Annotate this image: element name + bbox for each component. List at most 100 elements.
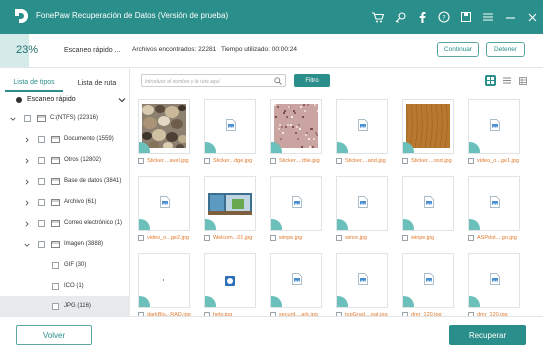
email-icon: [51, 220, 60, 227]
cart-icon[interactable]: [367, 0, 389, 34]
file-name: winre.jpg: [345, 235, 368, 241]
file-checkbox[interactable]: [468, 235, 474, 241]
scan-mode-selector[interactable]: Escaneo rápido: [16, 96, 76, 103]
chevron-right-icon[interactable]: [24, 157, 30, 165]
file-tile[interactable]: [138, 253, 190, 308]
tree-item[interactable]: Base de datos (3841): [0, 171, 130, 192]
tree-item[interactable]: Archivo (61): [0, 192, 130, 213]
grid-view-icon[interactable]: [485, 75, 496, 86]
file-checkbox[interactable]: [270, 158, 276, 164]
file-checkbox[interactable]: [336, 235, 342, 241]
image-file-icon: [358, 196, 368, 208]
file-checkbox[interactable]: [402, 235, 408, 241]
recover-button[interactable]: Recuperar: [449, 325, 526, 345]
file-name: winpe.jpg: [411, 235, 435, 241]
file-tile[interactable]: [138, 99, 190, 154]
tree-item[interactable]: JPG (116): [0, 296, 130, 317]
tree-item[interactable]: Otros (12802): [0, 150, 130, 171]
file-name: winpe.jpg: [279, 235, 303, 241]
tree-item[interactable]: GIF (30): [0, 255, 130, 276]
menu-icon[interactable]: [477, 0, 499, 34]
back-button[interactable]: Volver: [16, 325, 92, 345]
file-checkbox[interactable]: [138, 235, 144, 241]
chevron-right-icon[interactable]: [24, 199, 30, 207]
file-tile[interactable]: [270, 253, 322, 308]
chevron-right-icon[interactable]: [24, 178, 30, 186]
tree-item-label: Imagen (3888): [64, 241, 104, 247]
chevron-down-icon[interactable]: [24, 241, 30, 249]
file-tile[interactable]: [270, 176, 322, 231]
scan-mode-label: Escaneo rápido: [27, 96, 76, 103]
titlebar-actions: ?: [367, 0, 543, 34]
file-tile[interactable]: [402, 176, 454, 231]
chat-icon[interactable]: ?: [433, 0, 455, 34]
file-tile[interactable]: [468, 176, 520, 231]
save-icon[interactable]: [455, 0, 477, 34]
chevron-down-icon[interactable]: [118, 96, 126, 104]
file-tile[interactable]: [336, 176, 388, 231]
file-checkbox[interactable]: [204, 158, 210, 164]
progress-percent: 23%: [16, 44, 39, 56]
tree-item[interactable]: ICO (1): [0, 276, 130, 297]
file-tile[interactable]: [138, 176, 190, 231]
file-checkbox[interactable]: [402, 158, 408, 164]
stop-button[interactable]: Detener: [486, 42, 525, 57]
search-icon[interactable]: [274, 77, 282, 85]
tree-checkbox[interactable]: [38, 136, 45, 143]
key-icon[interactable]: [389, 0, 411, 34]
chevron-right-icon[interactable]: [24, 136, 30, 144]
file-tile[interactable]: [336, 99, 388, 154]
tree-checkbox[interactable]: [52, 283, 59, 290]
file-tile[interactable]: [204, 176, 256, 231]
file-type-badge-icon: [139, 219, 150, 230]
chevron-right-icon[interactable]: [24, 220, 30, 228]
tab-type-list[interactable]: Lista de tipos: [5, 74, 63, 92]
tab-path-list[interactable]: Lista de ruta: [68, 74, 126, 92]
file-name: Sticker...dge.jpg: [213, 158, 253, 164]
minimize-icon[interactable]: [499, 0, 521, 34]
file-tile[interactable]: [402, 99, 454, 154]
list-view-icon[interactable]: [501, 75, 512, 86]
file-checkbox[interactable]: [138, 158, 144, 164]
tree-checkbox[interactable]: [38, 241, 45, 248]
tree-checkbox[interactable]: [52, 262, 59, 269]
file-name: Sticker....rble.jpg: [279, 158, 320, 164]
facebook-icon[interactable]: [411, 0, 433, 34]
image-thumbnail: [406, 104, 450, 148]
file-type-badge-icon: [337, 142, 348, 153]
file-tile[interactable]: [468, 253, 520, 308]
tree-checkbox[interactable]: [38, 178, 45, 185]
tree-checkbox[interactable]: [38, 157, 45, 164]
search-input[interactable]: [145, 77, 270, 86]
tree-item[interactable]: C:(NTFS) (22316): [0, 108, 130, 129]
file-tile[interactable]: [336, 253, 388, 308]
chevron-down-icon[interactable]: [10, 115, 16, 123]
filter-button[interactable]: Filtro: [294, 74, 330, 87]
file-caption: Sticker....avel.jpg: [138, 156, 189, 166]
file-tile[interactable]: [468, 99, 520, 154]
tree-checkbox[interactable]: [38, 220, 45, 227]
file-checkbox[interactable]: [204, 235, 210, 241]
continue-button[interactable]: Continuar: [437, 42, 479, 57]
tree-checkbox[interactable]: [38, 199, 45, 206]
file-checkbox[interactable]: [336, 158, 342, 164]
close-icon[interactable]: [521, 0, 543, 34]
file-type-badge-icon: [271, 296, 282, 307]
file-tile[interactable]: [204, 99, 256, 154]
file-tile[interactable]: [204, 253, 256, 308]
file-tile[interactable]: [402, 253, 454, 308]
tree-item[interactable]: Correo electrónico (1): [0, 213, 130, 234]
file-type-badge-icon: [337, 219, 348, 230]
tree-checkbox[interactable]: [52, 303, 59, 310]
file-type-badge-icon: [469, 219, 480, 230]
tree-checkbox[interactable]: [24, 115, 31, 122]
file-caption: video_o...ge2.jpg: [138, 233, 189, 243]
file-tile[interactable]: [270, 99, 322, 154]
detail-view-icon[interactable]: [517, 75, 528, 86]
tree-item[interactable]: Documento (1559): [0, 129, 130, 150]
file-checkbox[interactable]: [468, 158, 474, 164]
tree-item[interactable]: Imagen (3888): [0, 234, 130, 255]
file-caption: video_o...ge1.jpg: [468, 156, 519, 166]
file-type-badge-icon: [469, 142, 480, 153]
file-checkbox[interactable]: [270, 235, 276, 241]
